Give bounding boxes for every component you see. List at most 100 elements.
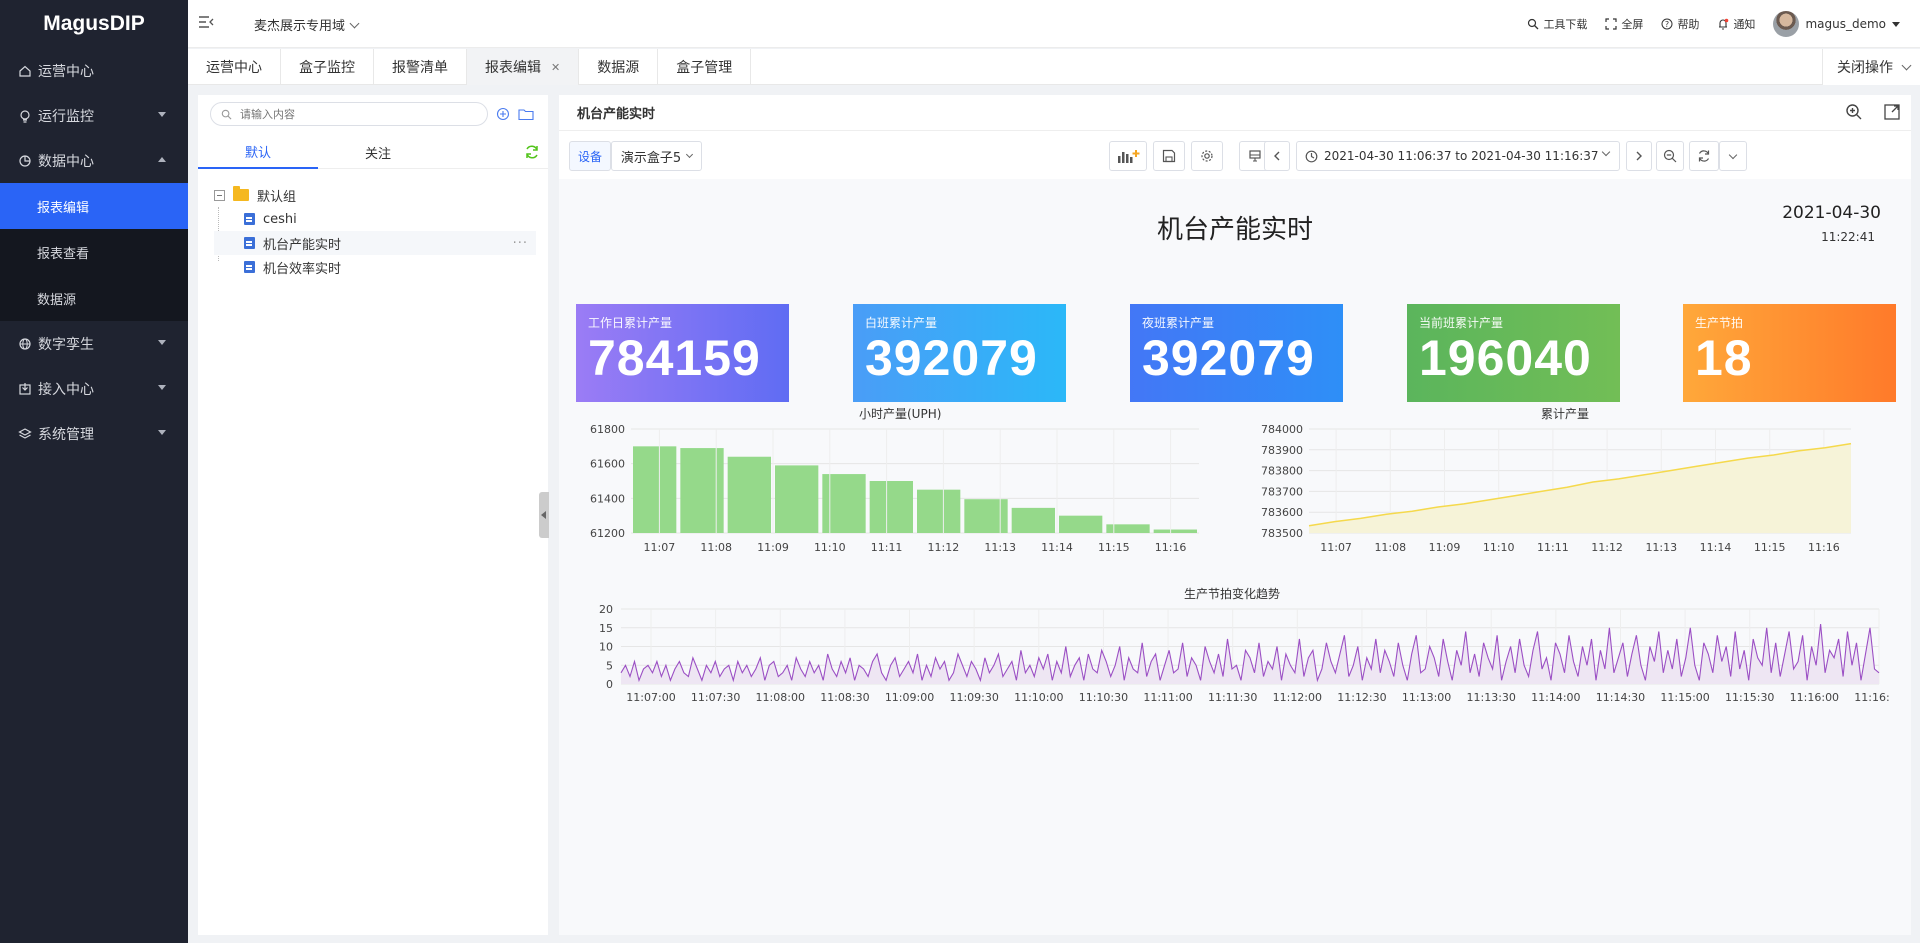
fullscreen-button[interactable]: 全屏 [1605,16,1643,32]
time-range-picker[interactable]: 2021-04-30 11:06:37 to 2021-04-30 11:16:… [1296,141,1620,171]
x-tick-label: 11:12:30 [1337,691,1386,704]
y-tick-label: 15 [599,622,613,635]
x-tick-label: 11:14:30 [1596,691,1645,704]
y-tick-label: 783700 [1261,485,1303,498]
tab-favorites[interactable]: 关注 [318,135,438,169]
x-tick-label: 11:16 [1155,541,1187,554]
kpi-value: 392079 [865,330,1038,386]
data-center-submenu: 报表编辑 报表查看 数据源 [0,183,188,321]
refresh-button[interactable] [1689,141,1719,171]
app-logo[interactable]: MagusDIP [0,0,188,48]
domain-select-value: 麦杰展示专用域 [254,19,346,34]
box-select-value: 演示盒子5 [620,150,682,166]
close-icon[interactable]: ✕ [551,61,560,74]
zoom-out-button[interactable] [1656,141,1684,171]
x-tick-label: 11:08 [1374,541,1406,554]
settings-button[interactable] [1191,141,1223,171]
sidebar-item-label: 数字孪生 [38,336,94,353]
x-tick-label: 11:14 [1041,541,1073,554]
tree-group-default[interactable]: 默认组 [214,183,536,207]
domain-select[interactable]: 麦杰展示专用域 [254,15,360,34]
box-select[interactable]: 演示盒子5 [611,141,702,171]
sidebar-item-digital-twin[interactable]: 数字孪生 [0,321,188,366]
search-icon [221,109,232,119]
help-button[interactable]: ? 帮助 [1661,16,1699,32]
tab-ops-center[interactable]: 运营中心 [188,49,281,85]
refresh-icon [1698,150,1710,162]
dashboard-time: 11:22:41 [1821,230,1875,244]
tab-box-manage[interactable]: 盒子管理 [658,49,752,85]
y-tick-label: 61400 [590,492,625,505]
tab-datasource[interactable]: 数据源 [579,49,659,85]
sidebar-subitem-report-view[interactable]: 报表查看 [0,229,188,275]
device-button[interactable]: 设备 [569,141,612,171]
x-tick-label: 11:10:30 [1079,691,1128,704]
panel-collapse-handle[interactable] [539,492,549,538]
refresh-interval-dropdown[interactable] [1719,141,1747,171]
dashboard-date: 2021-04-30 [1782,203,1881,223]
notification-button[interactable]: 通知 [1717,16,1755,32]
add-circle-icon[interactable] [496,107,510,121]
globe-icon [19,337,31,350]
tab-alarm-list[interactable]: 报警清单 [374,49,467,85]
x-tick-label: 11:16 [1808,541,1840,554]
zoom-in-icon[interactable] [1845,103,1863,121]
y-tick-label: 61600 [590,458,625,471]
folder-add-icon[interactable] [518,107,534,121]
report-icon [244,261,255,273]
gear-icon [1201,150,1213,162]
menu-collapse-icon[interactable] [198,15,214,29]
y-tick-label: 784000 [1261,423,1303,436]
kpi-label: 生产节拍 [1695,316,1744,330]
tree-item-machine-efficiency[interactable]: 机台效率实时 [214,255,536,279]
sidebar-subitem-datasource[interactable]: 数据源 [0,275,188,321]
kpi-label: 工作日累计产量 [588,316,673,330]
x-tick-label: 11:07:00 [626,691,675,704]
x-tick-label: 11:15 [1754,541,1786,554]
time-next-button[interactable] [1626,141,1652,171]
x-tick-label: 11:09:30 [949,691,998,704]
time-prev-button[interactable] [1264,141,1290,171]
tab-default[interactable]: 默认 [198,135,318,169]
tab-report-edit[interactable]: 报表编辑 ✕ [467,49,580,85]
tool-download-button[interactable]: 工具下载 [1527,16,1587,32]
pie-icon [19,154,31,167]
cumulative-area-chart: 783500 783600 783700 783800 783900 784000 11:0… [1261,423,1852,554]
kpi-value: 18 [1695,330,1753,386]
tree-search-box[interactable] [210,102,488,126]
tab-box-monitor[interactable]: 盒子监控 [281,49,374,85]
collapse-icon[interactable] [214,189,225,201]
tree-item-label: 机台产能实时 [263,237,342,253]
close-operations-dropdown[interactable]: 关闭操作 [1822,49,1920,85]
sidebar-item-access-center[interactable]: 接入中心 [0,366,188,411]
add-panel-button[interactable] [1109,141,1147,171]
sidebar-item-data-center[interactable]: 数据中心 [0,138,188,183]
tab-label: 报表编辑 [485,60,541,76]
sidebar-item-ops-center[interactable]: 运营中心 [0,48,188,93]
sidebar: MagusDIP 运营中心 运行监控 数据中心 报表编辑 报表查看 数据源 数字… [0,0,188,943]
tree-item-machine-capacity[interactable]: 机台产能实时 ··· [214,231,536,255]
tree-item-ceshi[interactable]: ceshi [214,207,536,231]
zoom-out-icon [1663,149,1677,163]
x-tick-label: 11:08:00 [756,691,805,704]
chevron-left-icon [1274,151,1280,161]
bar [869,481,913,533]
app-root: MagusDIP 运营中心 运行监控 数据中心 报表编辑 报表查看 数据源 数字… [0,0,1920,943]
home-icon [19,65,31,77]
sidebar-item-label: 接入中心 [38,381,94,398]
expand-icon[interactable] [1883,103,1901,121]
tree-tabs: 默认 关注 [198,135,548,169]
sidebar-subitem-report-edit[interactable]: 报表编辑 [0,183,188,229]
kpi-card-nightshift-output: 夜班累计产量 392079 [1130,304,1343,402]
y-tick-label: 783500 [1261,527,1303,540]
sidebar-item-run-monitor[interactable]: 运行监控 [0,93,188,138]
user-menu[interactable]: magus_demo [1773,11,1900,37]
x-tick-label: 11:11:30 [1208,691,1257,704]
tree-group-label: 默认组 [257,189,297,205]
more-icon[interactable]: ··· [513,236,528,251]
save-button[interactable] [1153,141,1185,171]
sidebar-item-system-admin[interactable]: 系统管理 [0,411,188,456]
refresh-icon[interactable] [524,144,540,160]
y-tick-label: 61200 [590,527,625,540]
tree-search-input[interactable] [240,107,460,121]
